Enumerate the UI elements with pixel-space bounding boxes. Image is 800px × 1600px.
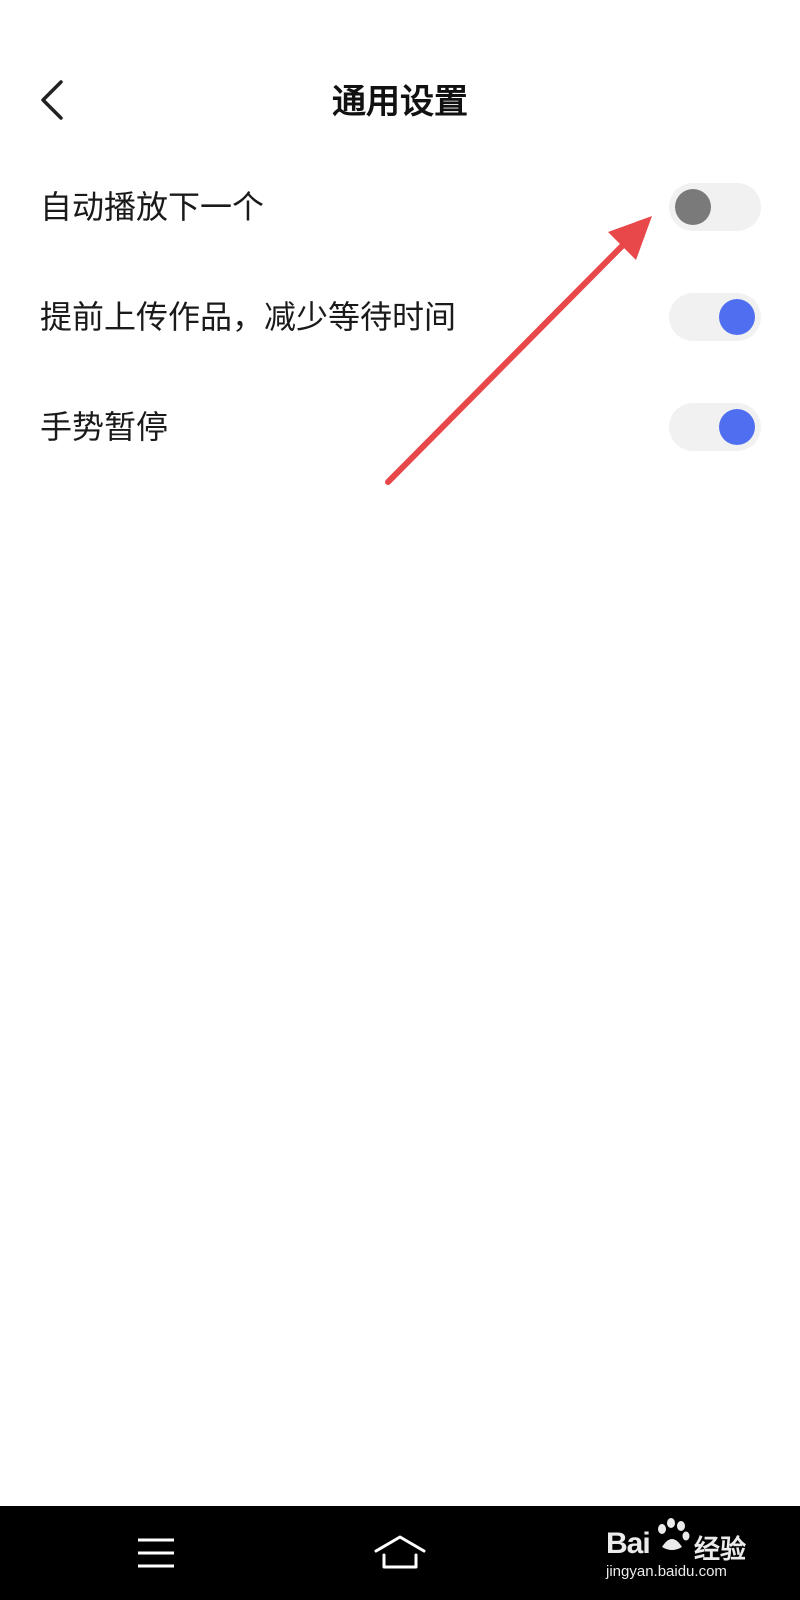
- setting-row-autoplay-next: 自动播放下一个: [0, 152, 800, 262]
- watermark-brand: Bai: [606, 1527, 651, 1560]
- setting-label: 提前上传作品，减少等待时间: [40, 298, 457, 336]
- toggle-knob: [719, 299, 755, 335]
- baidu-jingyan-watermark: Bai 经验 jingyan.baidu.com: [606, 1515, 756, 1585]
- paw-icon: [658, 1518, 690, 1550]
- setting-row-preupload: 提前上传作品，减少等待时间: [0, 262, 800, 372]
- preupload-toggle[interactable]: [669, 293, 761, 341]
- setting-label: 自动播放下一个: [40, 188, 265, 226]
- home-icon: [374, 1535, 426, 1569]
- autoplay-next-toggle[interactable]: [669, 183, 761, 231]
- watermark-suffix: 经验: [694, 1535, 747, 1565]
- setting-label: 手势暂停: [40, 408, 169, 446]
- home-button[interactable]: [340, 1506, 460, 1600]
- page-title: 通用设置: [332, 82, 468, 122]
- settings-list: 自动播放下一个 提前上传作品，减少等待时间 手势暂停: [0, 152, 800, 482]
- setting-row-gesture-pause: 手势暂停: [0, 372, 800, 482]
- gesture-pause-toggle[interactable]: [669, 403, 761, 451]
- menu-icon: [138, 1538, 174, 1568]
- settings-screen: 通用设置 自动播放下一个 提前上传作品，减少等待时间 手势暂停 Bai 经验 j…: [0, 0, 800, 1600]
- header: 通用设置: [0, 50, 800, 156]
- toggle-knob: [719, 409, 755, 445]
- toggle-knob: [675, 189, 711, 225]
- watermark-url: jingyan.baidu.com: [606, 1563, 727, 1580]
- menu-button[interactable]: [96, 1506, 216, 1600]
